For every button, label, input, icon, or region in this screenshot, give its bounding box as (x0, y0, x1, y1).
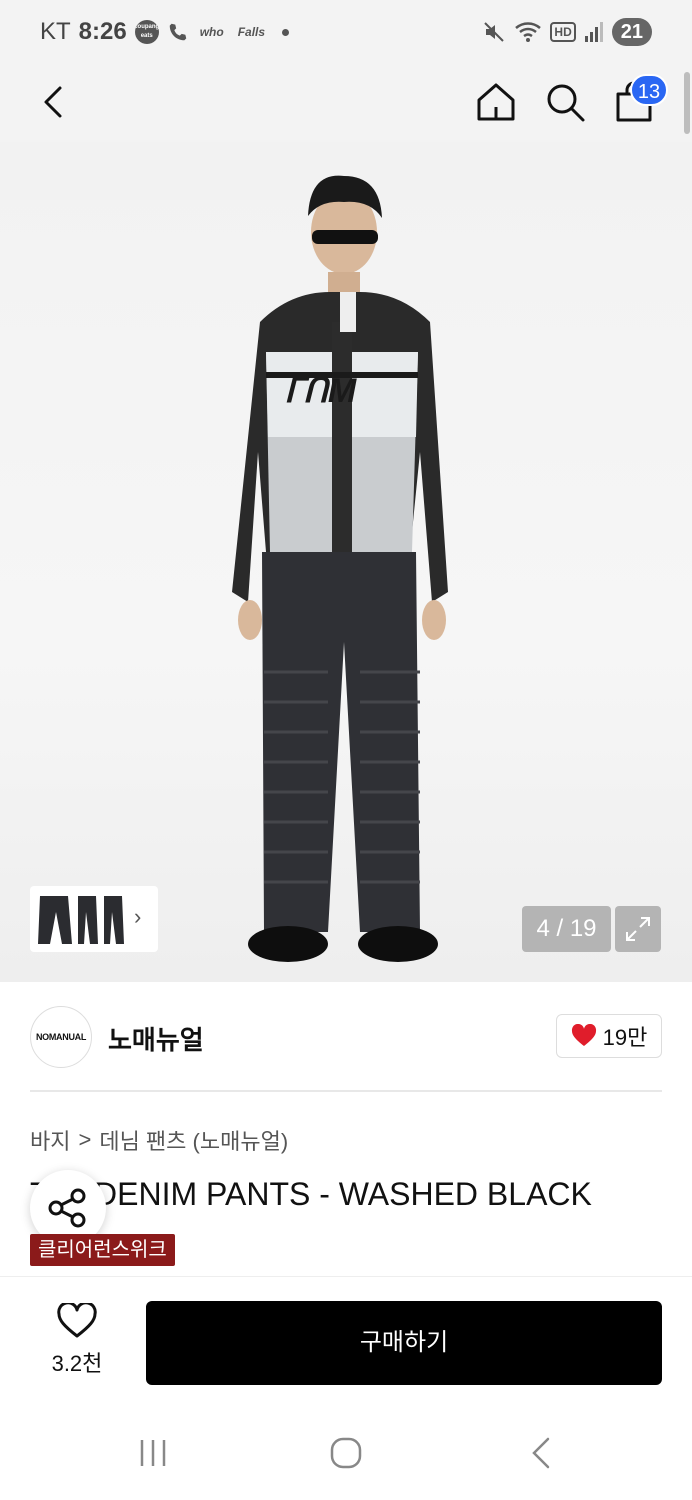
back-arrow-icon[interactable] (36, 82, 76, 122)
product-page: KT 8:26 coupang eats who Falls HD 21 13 (0, 0, 692, 1500)
heart-outline-icon (57, 1301, 97, 1338)
related-item-thumbnail[interactable]: › (30, 886, 158, 952)
status-bar: KT 8:26 coupang eats who Falls HD 21 (0, 0, 692, 66)
bottom-action-bar: 3.2천 구매하기 (0, 1276, 692, 1400)
heart-filled-icon (571, 1024, 596, 1046)
scrollbar[interactable] (684, 72, 690, 134)
brand-logo[interactable]: NOMANUAL (30, 1006, 92, 1068)
product-image-gallery[interactable]: ᒥᑎM › 4 / 19 (0, 142, 692, 982)
home-icon[interactable] (474, 80, 518, 124)
chevron-right-icon: › (134, 904, 142, 929)
app-header: 13 (0, 66, 692, 142)
product-title: T.S. DENIM PANTS - WASHED BLACK (30, 1176, 592, 1212)
breadcrumb-category[interactable]: 바지 (30, 1124, 70, 1156)
clearance-tag: 클리어런스위크 (30, 1234, 175, 1266)
home-nav-icon[interactable] (329, 1436, 363, 1470)
wishlist-count: 3.2천 (51, 1351, 103, 1376)
brand-like-count: 19만 (602, 1025, 648, 1050)
recent-apps-icon[interactable] (138, 1438, 168, 1468)
divider (30, 1090, 662, 1092)
brand-like-button[interactable]: 19만 (556, 1014, 662, 1058)
breadcrumb-subcategory[interactable]: 데님 팬츠 (노매뉴얼) (99, 1124, 288, 1156)
buy-button[interactable]: 구매하기 (146, 1301, 662, 1385)
back-nav-icon[interactable] (526, 1436, 556, 1470)
falls-icon: Falls (237, 24, 266, 39)
search-icon[interactable] (543, 80, 587, 124)
phone-icon (169, 23, 186, 41)
who-icon: who (199, 24, 224, 39)
brand-name[interactable]: 노매뉴얼 (108, 1020, 204, 1057)
expand-icon[interactable] (615, 906, 661, 952)
breadcrumb-separator: > (78, 1127, 92, 1152)
signal-icon (584, 22, 603, 42)
wifi-icon (515, 22, 542, 42)
battery-indicator: 21 (611, 18, 652, 46)
carrier-label: KT (40, 18, 71, 45)
product-model-image: ᒥᑎM (232, 175, 448, 962)
system-navigation-bar (0, 1400, 692, 1500)
notification-dot-icon (282, 28, 290, 36)
pants-thumbnail-image (38, 896, 124, 944)
clock: 8:26 (78, 18, 127, 45)
hd-voice-icon: HD (550, 22, 576, 42)
mute-icon (484, 22, 505, 42)
cart-count-badge: 13 (630, 74, 668, 106)
wishlist-button[interactable]: 3.2천 (38, 1301, 116, 1376)
coupang-eats-icon: coupang eats (134, 20, 159, 44)
image-counter: 4 / 19 (522, 906, 611, 952)
brand-row[interactable]: NOMANUAL 노매뉴얼 19만 (0, 982, 692, 1092)
breadcrumb: 바지 > 데님 팬츠 (노매뉴얼) (30, 1124, 288, 1156)
